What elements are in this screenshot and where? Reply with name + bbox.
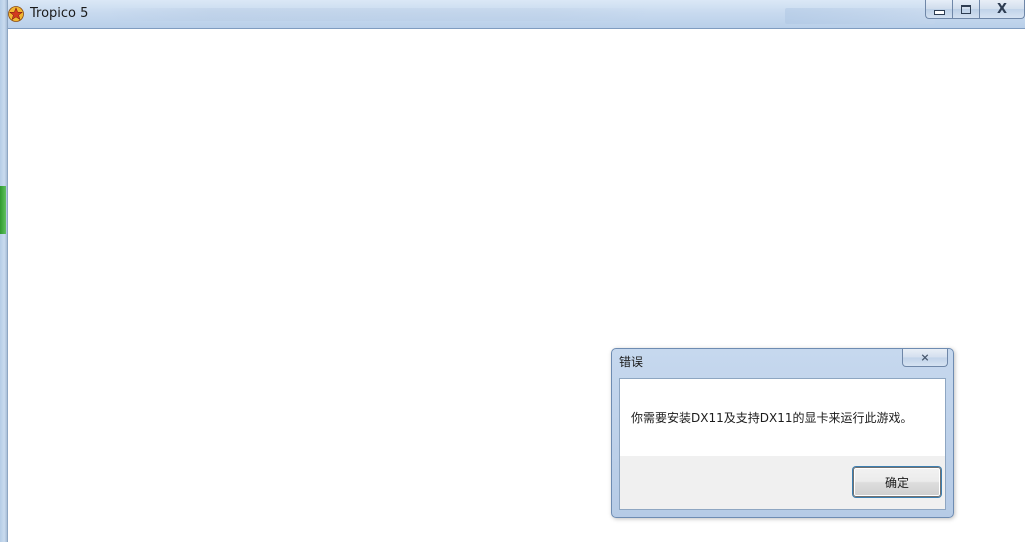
- close-button[interactable]: X: [979, 0, 1025, 19]
- taskbar-indicator: [0, 186, 6, 234]
- error-dialog: 错误 ⨯ 你需要安装DX11及支持DX11的显卡来运行此游戏。 确定: [611, 348, 954, 518]
- close-icon: X: [996, 1, 1008, 17]
- maximize-icon: [961, 4, 971, 14]
- background-tab-ghost: [785, 8, 935, 24]
- dialog-close-button[interactable]: ⨯: [902, 349, 948, 367]
- ok-button[interactable]: 确定: [853, 467, 941, 497]
- window-left-border: [0, 0, 8, 542]
- caption-buttons: X: [925, 0, 1025, 20]
- tropico-star-icon: [8, 6, 24, 22]
- dialog-title: 错误: [619, 355, 644, 369]
- background-window-ghost: [100, 8, 660, 21]
- main-titlebar[interactable]: Tropico 5 X: [0, 0, 1025, 29]
- dialog-body: 你需要安装DX11及支持DX11的显卡来运行此游戏。 确定: [619, 378, 946, 510]
- screen: Tropico 5 X 错误 ⨯ 你需要安装DX11及支持DX11的显卡来运行此…: [0, 0, 1025, 542]
- close-icon: ⨯: [920, 351, 930, 364]
- window-title: Tropico 5: [30, 6, 89, 21]
- minimize-icon: [933, 9, 945, 15]
- dialog-message-area: 你需要安装DX11及支持DX11的显卡来运行此游戏。: [620, 379, 945, 456]
- error-message: 你需要安装DX11及支持DX11的显卡来运行此游戏。: [631, 411, 913, 425]
- maximize-button[interactable]: [952, 0, 979, 19]
- minimize-button[interactable]: [925, 0, 952, 19]
